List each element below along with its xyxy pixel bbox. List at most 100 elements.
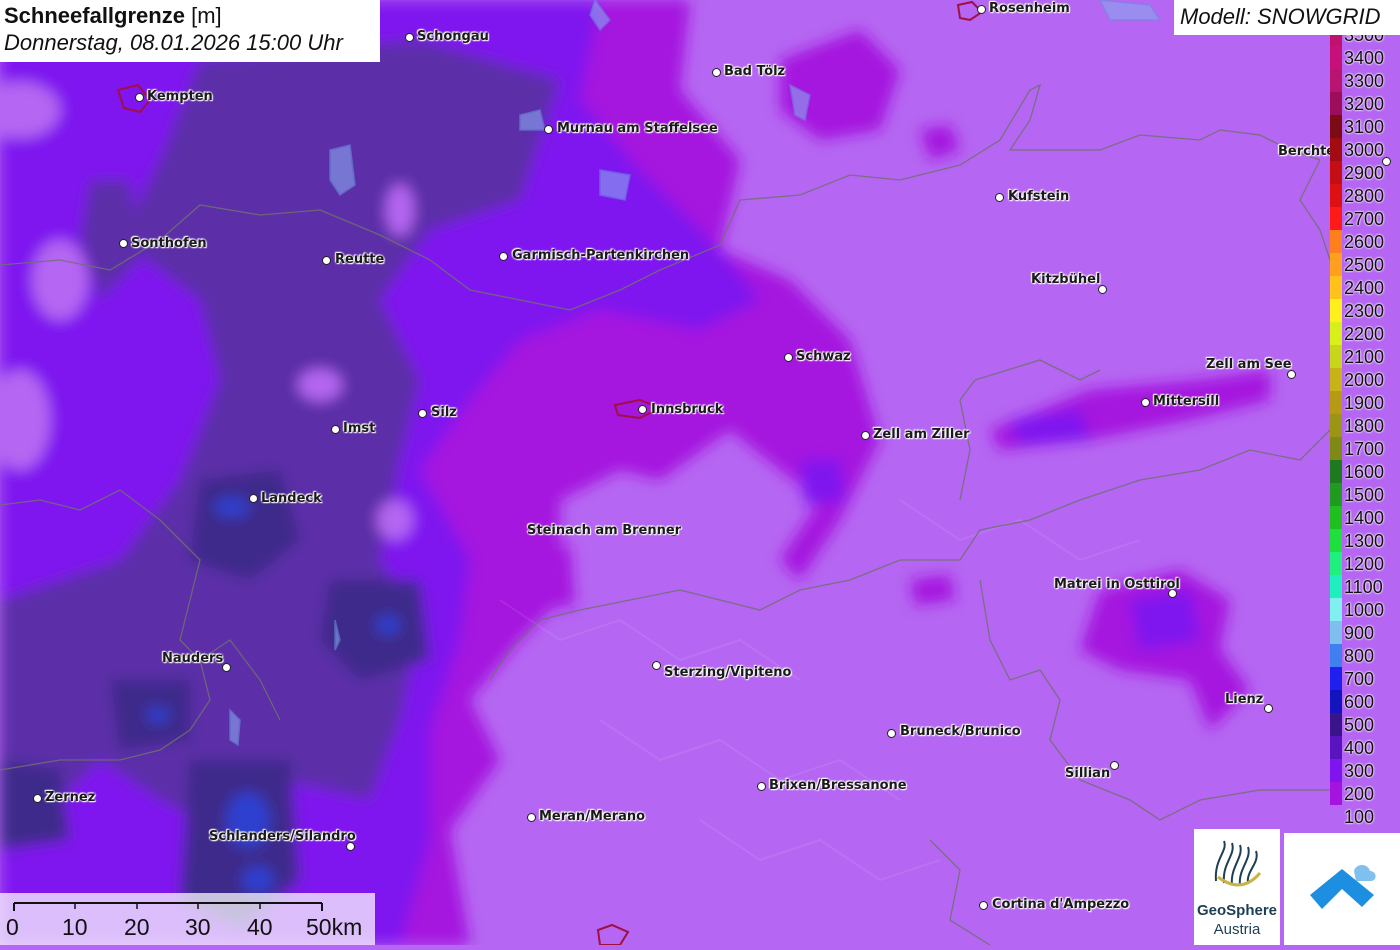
legend-item-800: 800 [1328,644,1400,667]
legend-swatch [1330,437,1342,460]
legend-label: 1400 [1344,508,1385,528]
city-marker-kufstein[interactable] [995,193,1004,202]
legend-item-2900: 2900 [1328,161,1400,184]
legend-label: 1900 [1344,393,1385,413]
city-marker-nauders[interactable] [222,663,231,672]
legend-swatch [1330,644,1342,667]
city-label-cortina-d-ampezzo: Cortina d'Ampezzo [992,897,1130,912]
city-label-bruneck-brunico: Bruneck/Brunico [900,724,1021,739]
city-label-kempten: Kempten [147,89,213,104]
legend-swatch [1330,690,1342,713]
city-marker-garmisch-partenkirchen[interactable] [499,252,508,261]
legend-item-900: 900 [1328,621,1400,644]
city-marker-brixen-bressanone[interactable] [757,782,766,791]
legend-item-100: 100 [1328,805,1400,828]
legend-item-3500: 3500 [1328,35,1400,46]
legend-label: 1200 [1344,554,1385,574]
legend-label: 100 [1344,807,1375,827]
city-label-schwaz: Schwaz [796,349,851,364]
legend-swatch [1330,138,1342,161]
legend-item-2600: 2600 [1328,230,1400,253]
scale-label-0: 0 [6,914,19,940]
legend-item-1900: 1900 [1328,391,1400,414]
legend-label: 2500 [1344,255,1385,275]
legend-item-3100: 3100 [1328,115,1400,138]
legend-item-1800: 1800 [1328,414,1400,437]
city-marker-reutte[interactable] [322,256,331,265]
city-marker-innsbruck[interactable] [638,405,647,414]
legend-item-1100: 1100 [1328,575,1400,598]
mountain-cloud-icon [1310,865,1376,909]
legend-item-1000: 1000 [1328,598,1400,621]
city-marker-zell-am-ziller[interactable] [861,431,870,440]
snowfall-line-map[interactable] [0,0,1400,945]
city-marker-murnau-am-staffelsee[interactable] [544,125,553,134]
city-marker-kempten[interactable] [135,93,144,102]
city-marker-landeck[interactable] [249,494,258,503]
city-label-silz: Silz [431,405,457,420]
legend-label: 2900 [1344,163,1385,183]
legend-item-2200: 2200 [1328,322,1400,345]
legend-label: 3000 [1344,140,1385,160]
city-marker-bruneck-brunico[interactable] [887,729,896,738]
legend-label: 2200 [1344,324,1385,344]
legend-swatch [1330,506,1342,529]
legend-item-200: 200 [1328,782,1400,805]
legend-item-3300: 3300 [1328,69,1400,92]
legend-label: 3200 [1344,94,1385,114]
logo-text-austria: Austria [1213,921,1261,938]
parameter-name: Schneefallgrenze [4,3,185,28]
city-label-murnau-am-staffelsee: Murnau am Staffelsee [557,121,718,136]
legend-item-1200: 1200 [1328,552,1400,575]
city-marker-schongau[interactable] [405,33,414,42]
city-marker-schwaz[interactable] [784,353,793,362]
city-marker-rosenheim[interactable] [977,5,986,14]
scale-label-40: 40 [247,914,273,940]
city-label-sonthofen: Sonthofen [131,236,207,251]
legend-swatch [1330,69,1342,92]
scale-label-10: 10 [62,914,88,940]
legend-label: 3500 [1344,35,1385,45]
legend-item-400: 400 [1328,736,1400,759]
city-marker-sillian[interactable] [1110,761,1119,770]
legend-swatch [1330,483,1342,506]
city-label-zell-am-see: Zell am See [1206,357,1292,372]
legend-label: 2700 [1344,209,1385,229]
legend-swatch [1330,276,1342,299]
legend-item-1300: 1300 [1328,529,1400,552]
city-label-innsbruck: Innsbruck [651,402,724,417]
legend-item-2400: 2400 [1328,276,1400,299]
city-marker-bad-t-lz[interactable] [712,68,721,77]
app-logo[interactable] [1284,833,1400,945]
legend-label: 2100 [1344,347,1385,367]
legend-swatch [1330,368,1342,391]
city-label-berchte: Berchte [1278,144,1336,159]
city-marker-sterzing-vipiteno[interactable] [652,661,661,670]
legend-swatch [1330,299,1342,322]
geosphere-logo[interactable]: GeoSphere Austria [1194,829,1280,945]
city-marker-imst[interactable] [331,425,340,434]
city-marker-zernez[interactable] [33,794,42,803]
city-marker-meran-merano[interactable] [527,813,536,822]
legend-item-2100: 2100 [1328,345,1400,368]
city-label-brixen-bressanone: Brixen/Bressanone [769,778,907,793]
legend-item-3200: 3200 [1328,92,1400,115]
city-label-imst: Imst [343,421,376,436]
legend-swatch [1330,207,1342,230]
city-marker-lienz[interactable] [1264,704,1273,713]
legend-swatch [1330,759,1342,782]
city-label-landeck: Landeck [261,491,322,506]
city-marker-cortina-d-ampezzo[interactable] [979,901,988,910]
city-marker-sonthofen[interactable] [119,239,128,248]
city-label-meran-merano: Meran/Merano [539,809,646,824]
legend-item-3000: 3000 [1328,138,1400,161]
city-marker-mittersill[interactable] [1141,398,1150,407]
legend-item-1400: 1400 [1328,506,1400,529]
legend-swatch [1330,391,1342,414]
legend-item-2800: 2800 [1328,184,1400,207]
city-label-mittersill: Mittersill [1153,394,1220,409]
legend-label: 200 [1344,784,1375,804]
legend-item-1600: 1600 [1328,460,1400,483]
city-label-zell-am-ziller: Zell am Ziller [873,427,970,442]
city-marker-silz[interactable] [418,409,427,418]
